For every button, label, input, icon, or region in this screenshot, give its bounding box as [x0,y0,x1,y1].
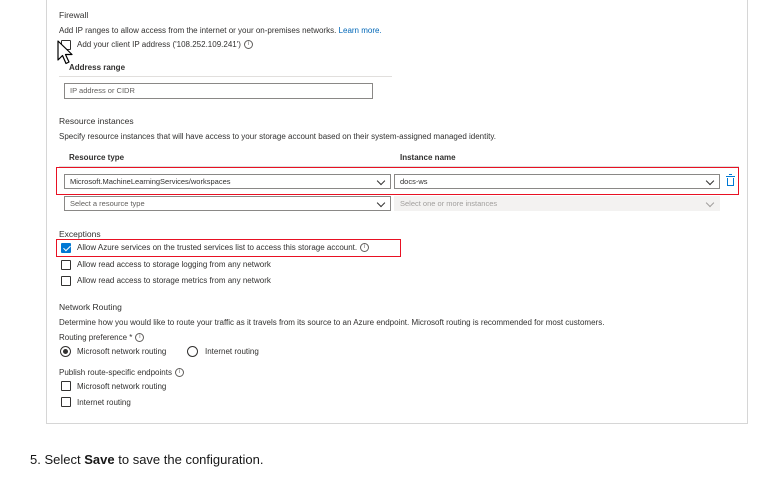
chevron-down-icon [376,198,386,208]
publish-endpoints-label: Publish route-specific endpoints i [59,368,184,378]
publish-internet-label: Internet routing [77,398,131,407]
network-routing-title: Network Routing [59,302,122,312]
col-instance-name: Instance name [400,153,456,162]
publish-microsoft-checkbox[interactable] [61,381,71,391]
info-icon[interactable]: i [135,333,145,343]
address-range-label: Address range [69,63,126,72]
publish-endpoints-text: Publish route-specific endpoints [59,368,172,377]
ip-address-input[interactable]: IP address or CIDR [64,83,373,99]
radio-microsoft-routing[interactable] [60,346,71,357]
firewall-description: Add IP ranges to allow access from the i… [59,26,382,35]
step-number: 5. [30,452,41,467]
highlight-box-resource [56,167,739,195]
highlight-box-exception [56,239,401,257]
storage-logging-label: Allow read access to storage logging fro… [77,260,271,269]
storage-metrics-label: Allow read access to storage metrics fro… [77,276,271,285]
col-resource-type: Resource type [69,153,125,162]
info-icon[interactable]: i [174,368,184,378]
new-instance-placeholder: Select one or more instances [400,199,498,208]
radio-microsoft-routing-label: Microsoft network routing [77,347,167,356]
resource-instances-title: Resource instances [59,116,134,126]
radio-internet-routing[interactable] [187,346,198,357]
network-routing-description: Determine how you would like to route yo… [59,318,605,327]
firewall-description-text: Add IP ranges to allow access from the i… [59,26,337,35]
storage-metrics-checkbox[interactable] [61,276,71,286]
divider [59,76,392,77]
new-instance-dropdown: Select one or more instances [394,196,720,211]
routing-preference-text: Routing preference * [59,333,133,342]
info-icon[interactable]: i [243,40,253,50]
step-text-pre: Select [44,452,81,467]
network-settings-panel [46,0,748,424]
resource-instances-description: Specify resource instances that will hav… [59,132,496,141]
chevron-down-icon [705,198,715,208]
add-client-ip-label: Add your client IP address ('108.252.109… [77,40,253,50]
learn-more-link[interactable]: Learn more. [339,26,382,35]
storage-logging-checkbox[interactable] [61,260,71,270]
new-resource-type-dropdown[interactable]: Select a resource type [64,196,391,211]
step-text-post: to save the configuration. [118,452,264,467]
publish-microsoft-label: Microsoft network routing [77,382,167,391]
exceptions-title: Exceptions [59,229,101,239]
step-instruction: 5. Select Save to save the configuration… [30,452,264,467]
new-resource-type-placeholder: Select a resource type [70,199,145,208]
routing-preference-label: Routing preference * i [59,333,145,343]
publish-internet-checkbox[interactable] [61,397,71,407]
step-text-bold: Save [84,452,115,467]
firewall-title: Firewall [59,10,89,20]
add-client-ip-text: Add your client IP address ('108.252.109… [77,40,241,49]
radio-internet-routing-label: Internet routing [205,347,259,356]
